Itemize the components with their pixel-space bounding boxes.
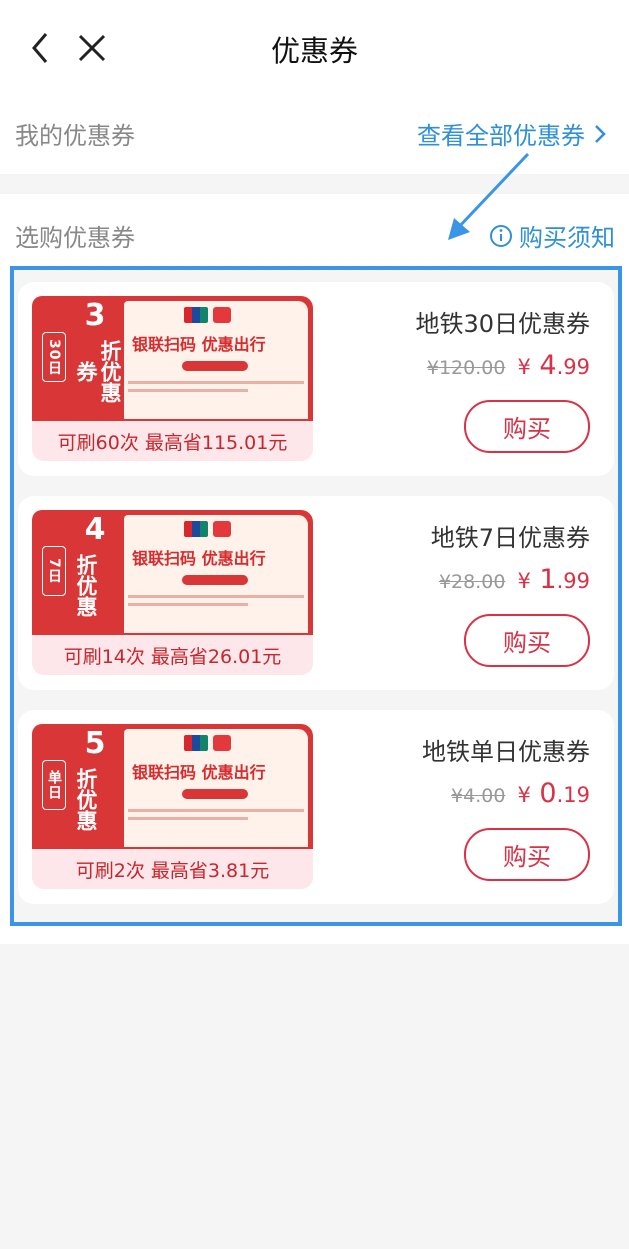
sale-price: ¥ 4.99 [517, 350, 590, 381]
price-row: ¥4.00 ¥ 0.19 [451, 778, 590, 809]
ticket-slogan: 银联扫码 优惠出行 [132, 335, 266, 354]
coupon-ticket-image: 单日 5 折优惠 银联扫码 优惠出行 可刷2次 最高省3.81元 [32, 724, 313, 892]
top-bar: 优惠券 [0, 0, 629, 98]
sale-price: ¥ 0.19 [517, 778, 590, 809]
page-title: 优惠券 [270, 34, 358, 68]
unionpay-logo-icon [184, 307, 208, 323]
coupon-card-1day: 单日 5 折优惠 银联扫码 优惠出行 可刷2次 最高省3.81元 地铁单日优惠券… [18, 710, 614, 904]
cloud-quickpass-logo-icon [213, 307, 231, 323]
original-price: ¥4.00 [451, 785, 506, 807]
discount-text: 折优惠 [74, 553, 98, 617]
coupon-title: 地铁7日优惠券 [430, 524, 590, 552]
discount-text: 折优惠券 [74, 339, 122, 403]
duration-badge: 30日 [42, 332, 66, 382]
discount-number: 3 [84, 298, 106, 333]
buy-button[interactable]: 购买 [464, 614, 590, 667]
sale-price: ¥ 1.99 [517, 564, 590, 595]
discount-number: 4 [84, 512, 106, 547]
coupon-title: 地铁单日优惠券 [422, 738, 590, 766]
cloud-quickpass-logo-icon [213, 521, 231, 537]
discount-label: 5 折优惠 [74, 728, 116, 838]
coupon-title: 地铁30日优惠券 [415, 310, 590, 338]
cloud-quickpass-logo-icon [213, 735, 231, 751]
buy-button[interactable]: 购买 [464, 400, 590, 453]
buy-button[interactable]: 购买 [464, 828, 590, 881]
discount-text: 折优惠 [74, 767, 98, 831]
coupon-caption: 可刷60次 最高省115.01元 [32, 421, 313, 461]
coupon-ticket-image: 7日 4 折优惠 银联扫码 优惠出行 可刷14次 最高省26.01元 [32, 510, 313, 678]
coupon-caption: 可刷2次 最高省3.81元 [32, 849, 313, 889]
coupon-list-highlight: 30日 3 折优惠券 银联扫码 优惠出行 可刷60次 最高省115.01元 地铁… [10, 266, 622, 926]
view-all-coupons-link[interactable]: 查看全部优惠券 [417, 116, 607, 151]
ticket-slogan: 银联扫码 优惠出行 [132, 549, 266, 568]
unionpay-logo-icon [184, 735, 208, 751]
discount-label: 3 折优惠券 [74, 298, 122, 410]
coupon-card-7day: 7日 4 折优惠 银联扫码 优惠出行 可刷14次 最高省26.01元 地铁7日优… [18, 496, 614, 690]
discount-number: 5 [84, 726, 106, 761]
duration-badge: 7日 [42, 546, 66, 596]
unionpay-logo-icon [184, 521, 208, 537]
original-price: ¥120.00 [426, 357, 506, 379]
chevron-right-icon [595, 124, 606, 143]
my-coupons-label: 我的优惠券 [15, 122, 135, 150]
coupon-ticket-image: 30日 3 折优惠券 银联扫码 优惠出行 可刷60次 最高省115.01元 [32, 296, 313, 464]
view-all-label: 查看全部优惠券 [417, 122, 585, 150]
price-row: ¥28.00 ¥ 1.99 [439, 564, 590, 595]
annotation-arrow-icon [448, 152, 530, 240]
original-price: ¥28.00 [438, 571, 506, 593]
price-row: ¥120.00 ¥ 4.99 [427, 350, 590, 381]
coupon-caption: 可刷14次 最高省26.01元 [32, 635, 313, 675]
duration-badge: 单日 [42, 760, 66, 810]
discount-label: 4 折优惠 [74, 514, 116, 624]
ticket-slogan: 银联扫码 优惠出行 [132, 763, 266, 782]
coupon-card-30day: 30日 3 折优惠券 银联扫码 优惠出行 可刷60次 最高省115.01元 地铁… [18, 282, 614, 476]
shop-label: 选购优惠券 [15, 224, 135, 252]
